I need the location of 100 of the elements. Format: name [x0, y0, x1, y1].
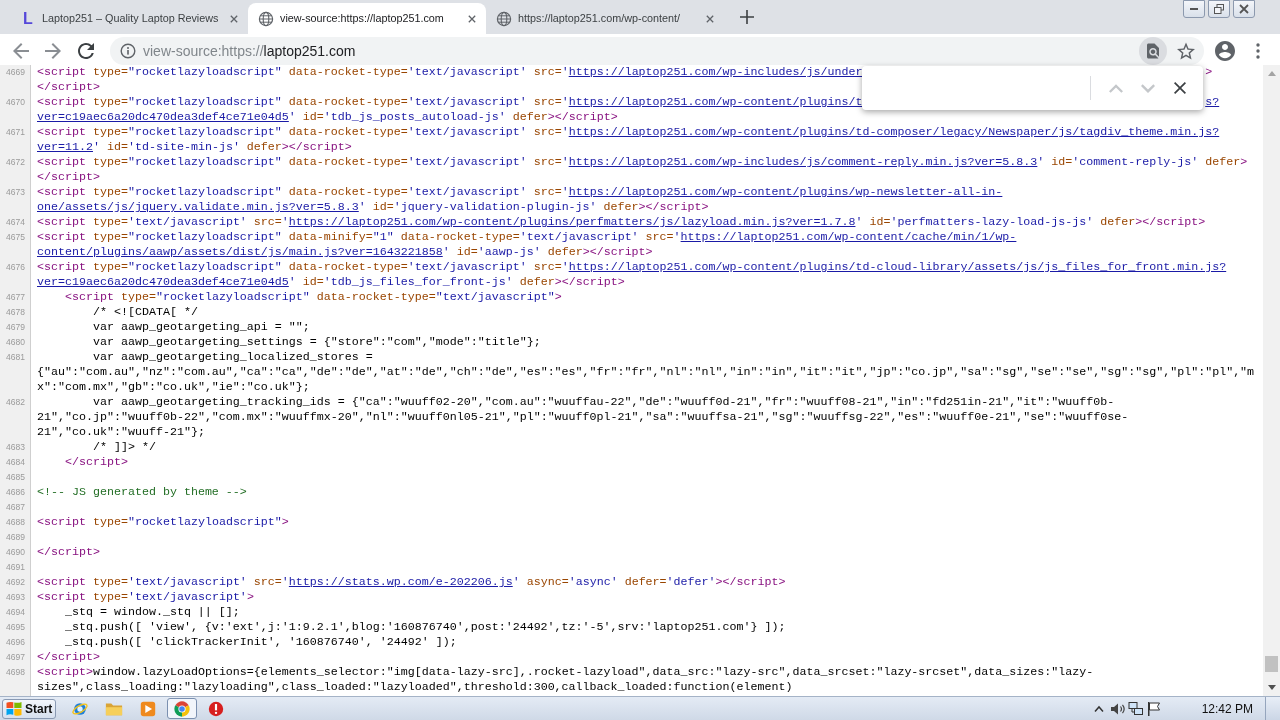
line-number: 4685 [6, 471, 25, 484]
chevron-up-icon [1093, 704, 1104, 713]
forward-arrow-icon [45, 43, 61, 59]
close-window-button[interactable] [1233, 0, 1255, 18]
line-number: 4683 [6, 441, 25, 454]
avatar-icon [1215, 41, 1235, 61]
line-number: 4672 [6, 156, 25, 169]
triangle-down-icon [1267, 685, 1276, 690]
source-link[interactable]: s? [1205, 95, 1220, 110]
restore-icon [1214, 4, 1224, 14]
back-arrow-icon [13, 43, 29, 59]
network-button[interactable] [1127, 699, 1144, 718]
action-center-button[interactable] [1145, 699, 1162, 718]
source-line: <script type='text/javascript' src='https://stats.wp.com/e-202206.js' async='async' defer='defer'></script> [37, 575, 786, 590]
address-bar[interactable]: view-source:https://laptop251.com [110, 37, 1204, 65]
source-line: /* <![CDATA[ */ [92, 305, 198, 320]
line-number: 4689 [6, 531, 25, 544]
url-text: view-source:https://laptop251.com [143, 41, 356, 61]
source-line: 21","co.uk":"wuuff-21"}; [37, 425, 205, 440]
play-icon [139, 699, 157, 718]
line-number: 4670 [6, 96, 25, 109]
line-number: 4693 [6, 591, 25, 604]
find-in-page-icon [1144, 42, 1162, 60]
site-logo: L [22, 10, 34, 27]
source-line: <script type="rocketlazyloadscript" data-rocket-type='text/javascript' src='https://laptop251.com/wp-content/plugins/t [37, 95, 863, 110]
line-number: 4687 [6, 501, 25, 514]
line-number: 4680 [6, 336, 25, 349]
find-button[interactable] [1139, 37, 1167, 65]
source-line: one/assets/js/jquery.validate.min.js?ver=5.8.3' id='jquery-validation-plugin-js' defer></script> [37, 200, 709, 215]
source-line: <script type="rocketlazyloadscript" data-rocket-type='text/javascript' src='https://laptop251.com/wp-content/plugins/td-cloud-library/assets/js/js_files_for_front.min.js? [37, 260, 1227, 275]
chevron-down-icon [1141, 83, 1155, 93]
source-line: var aawp_geotargeting_localized_stores = [92, 350, 373, 365]
close-icon [230, 14, 238, 23]
source-link[interactable]: https://laptop251.com/wp-content/plugins/wp-newsletter-all-in- [568, 185, 1003, 199]
source-line: _stq.push([ 'view', {v:'ext',j:'1:9.2.1',blog:'160876740',post:'24492',tz:'-5',srv:'laptop251.com'} ]); [64, 620, 786, 635]
line-number: 4688 [6, 516, 25, 529]
source-line: <script type='text/javascript'> [37, 590, 254, 605]
scrollbar-thumb[interactable] [1265, 656, 1278, 672]
globe-icon [496, 10, 512, 27]
source-line: /* ]]> */ [92, 440, 156, 455]
line-number: 4692 [6, 576, 25, 589]
source-link[interactable]: ver=c19aec6a20dc470dea3def4ce71e04d5 [37, 110, 289, 124]
source-link[interactable]: content/plugins/aawp/assets/dist/js/main.js?ver=1643221858 [37, 245, 443, 259]
source-line: </script> [37, 650, 100, 665]
source-link[interactable]: ver=11.2 [37, 140, 93, 154]
line-number: 4696 [6, 636, 25, 649]
line-number: 4694 [6, 606, 25, 619]
source-line: </script> [64, 455, 128, 470]
source-link[interactable]: https://laptop251.com/wp-includes/js/comment-reply.min.js?ver=5.8.3 [568, 155, 1038, 169]
source-line: <script type="rocketlazyloadscript"> [37, 515, 289, 530]
taskbar-app-button[interactable] [167, 698, 197, 719]
chevron-up-icon [1109, 83, 1123, 93]
source-line: {"au":"com.au","nz":"com.au","ca":"ca","de":"de","at":"de","ch":"de","es":"es","fr":"fr","nl":"nl","in":"in","it":"it","jp":"co.jp","sa":"sg","se":"se","sg":"sg","pl":"pl","m [37, 365, 1255, 380]
restore-button[interactable] [1208, 0, 1230, 18]
line-number: 4675 [6, 231, 25, 244]
line-number: 4684 [6, 456, 25, 469]
source-link[interactable]: https://stats.wp.com/e-202206.js [288, 575, 513, 589]
source-line: <script type="rocketlazyloadscript" data-rocket-type="text/javascript"> [64, 290, 562, 305]
source-line: </script> [37, 80, 100, 95]
source-line: _stq = window._stq || []; [64, 605, 240, 620]
source-link[interactable]: https://laptop251.com/wp-includes/js/under [568, 65, 863, 79]
network-icon [1127, 700, 1144, 717]
source-link[interactable]: one/assets/js/jquery.validate.min.js?ver=5.8.3 [37, 200, 359, 214]
line-number: 4681 [6, 351, 25, 364]
line-number: 4678 [6, 306, 25, 319]
close-icon [1239, 4, 1249, 14]
browser-tab[interactable]: L Laptop251 – Quality Laptop Reviews [10, 3, 248, 34]
source-line: sizes",class_loading:"lazyloading",class_loaded:"lazyloaded",threshold:300,callback_loaded:function(element) [37, 680, 793, 695]
plus-icon [740, 10, 754, 24]
source-line: _stq.push([ 'clickTrackerInit', '160876740', '24492' ]); [64, 635, 457, 650]
source-line: <script>window.lazyLoadOptions={elements_selector:"img[data-lazy-src],.rocket-lazyload",data_src:"lazy-src",data_srcset:"lazy-srcset",data_sizes:"lazy- [37, 665, 1094, 680]
source-link[interactable]: https://laptop251.com/wp-content/plugins/td-composer/legacy/Newspaper/js/tagdiv_theme.min.js? [568, 125, 1220, 139]
line-number: 4686 [6, 486, 25, 499]
source-line: </script> [37, 545, 100, 560]
source-link[interactable]: https://laptop251.com/wp-content/cache/min/1/wp- [680, 230, 1017, 244]
source-line: <!-- JS generated by theme --> [37, 485, 247, 500]
source-line: x":"com.mx","gb":"co.uk","ie":"co.uk"}; [37, 380, 310, 395]
source-line: <script type="rocketlazyloadscript" data-rocket-type='text/javascript' src='https://laptop251.com/wp-content/plugins/td-composer/legacy/Newspaper/js/tagdiv_theme.min.js? [37, 125, 1220, 140]
start-button[interactable]: Start [2, 698, 56, 719]
line-number: 4671 [6, 126, 25, 139]
star-icon [1177, 42, 1195, 60]
browser-tab[interactable]: https://laptop251.com/wp-content/ [486, 3, 724, 34]
minimize-icon [1190, 8, 1198, 10]
line-number: 4682 [6, 396, 25, 409]
info-icon [120, 43, 136, 59]
line-number: 4674 [6, 216, 25, 229]
browser-tab[interactable]: view-source:https://laptop251.com [248, 3, 486, 34]
source-link[interactable]: https://laptop251.com/wp-content/plugins/td-cloud-library/assets/js/js_files_for_front.min.js? [568, 260, 1227, 274]
triangle-up-icon [1267, 71, 1276, 76]
reload-icon [78, 43, 94, 59]
line-number: 4697 [6, 651, 25, 664]
source-link[interactable]: https://laptop251.com/wp-content/plugins/perfmatters/js/lazyload.min.js?ver=1.7.8 [288, 215, 856, 229]
close-icon [1174, 82, 1186, 94]
source-link[interactable]: ver=c19aec6a20dc470dea3def4ce71e04d5 [37, 275, 289, 289]
minimize-button[interactable] [1183, 0, 1205, 18]
flag-icon [1145, 700, 1162, 717]
source-line: var aawp_geotargeting_api = ""; [92, 320, 310, 335]
source-link[interactable]: https://laptop251.com/wp-content/plugins/t [568, 95, 863, 109]
source-line: ver=c19aec6a20dc470dea3def4ce71e04d5' id='tdb_js_files_for_front-js' defer></script> [37, 275, 625, 290]
line-number: 4691 [6, 561, 25, 574]
